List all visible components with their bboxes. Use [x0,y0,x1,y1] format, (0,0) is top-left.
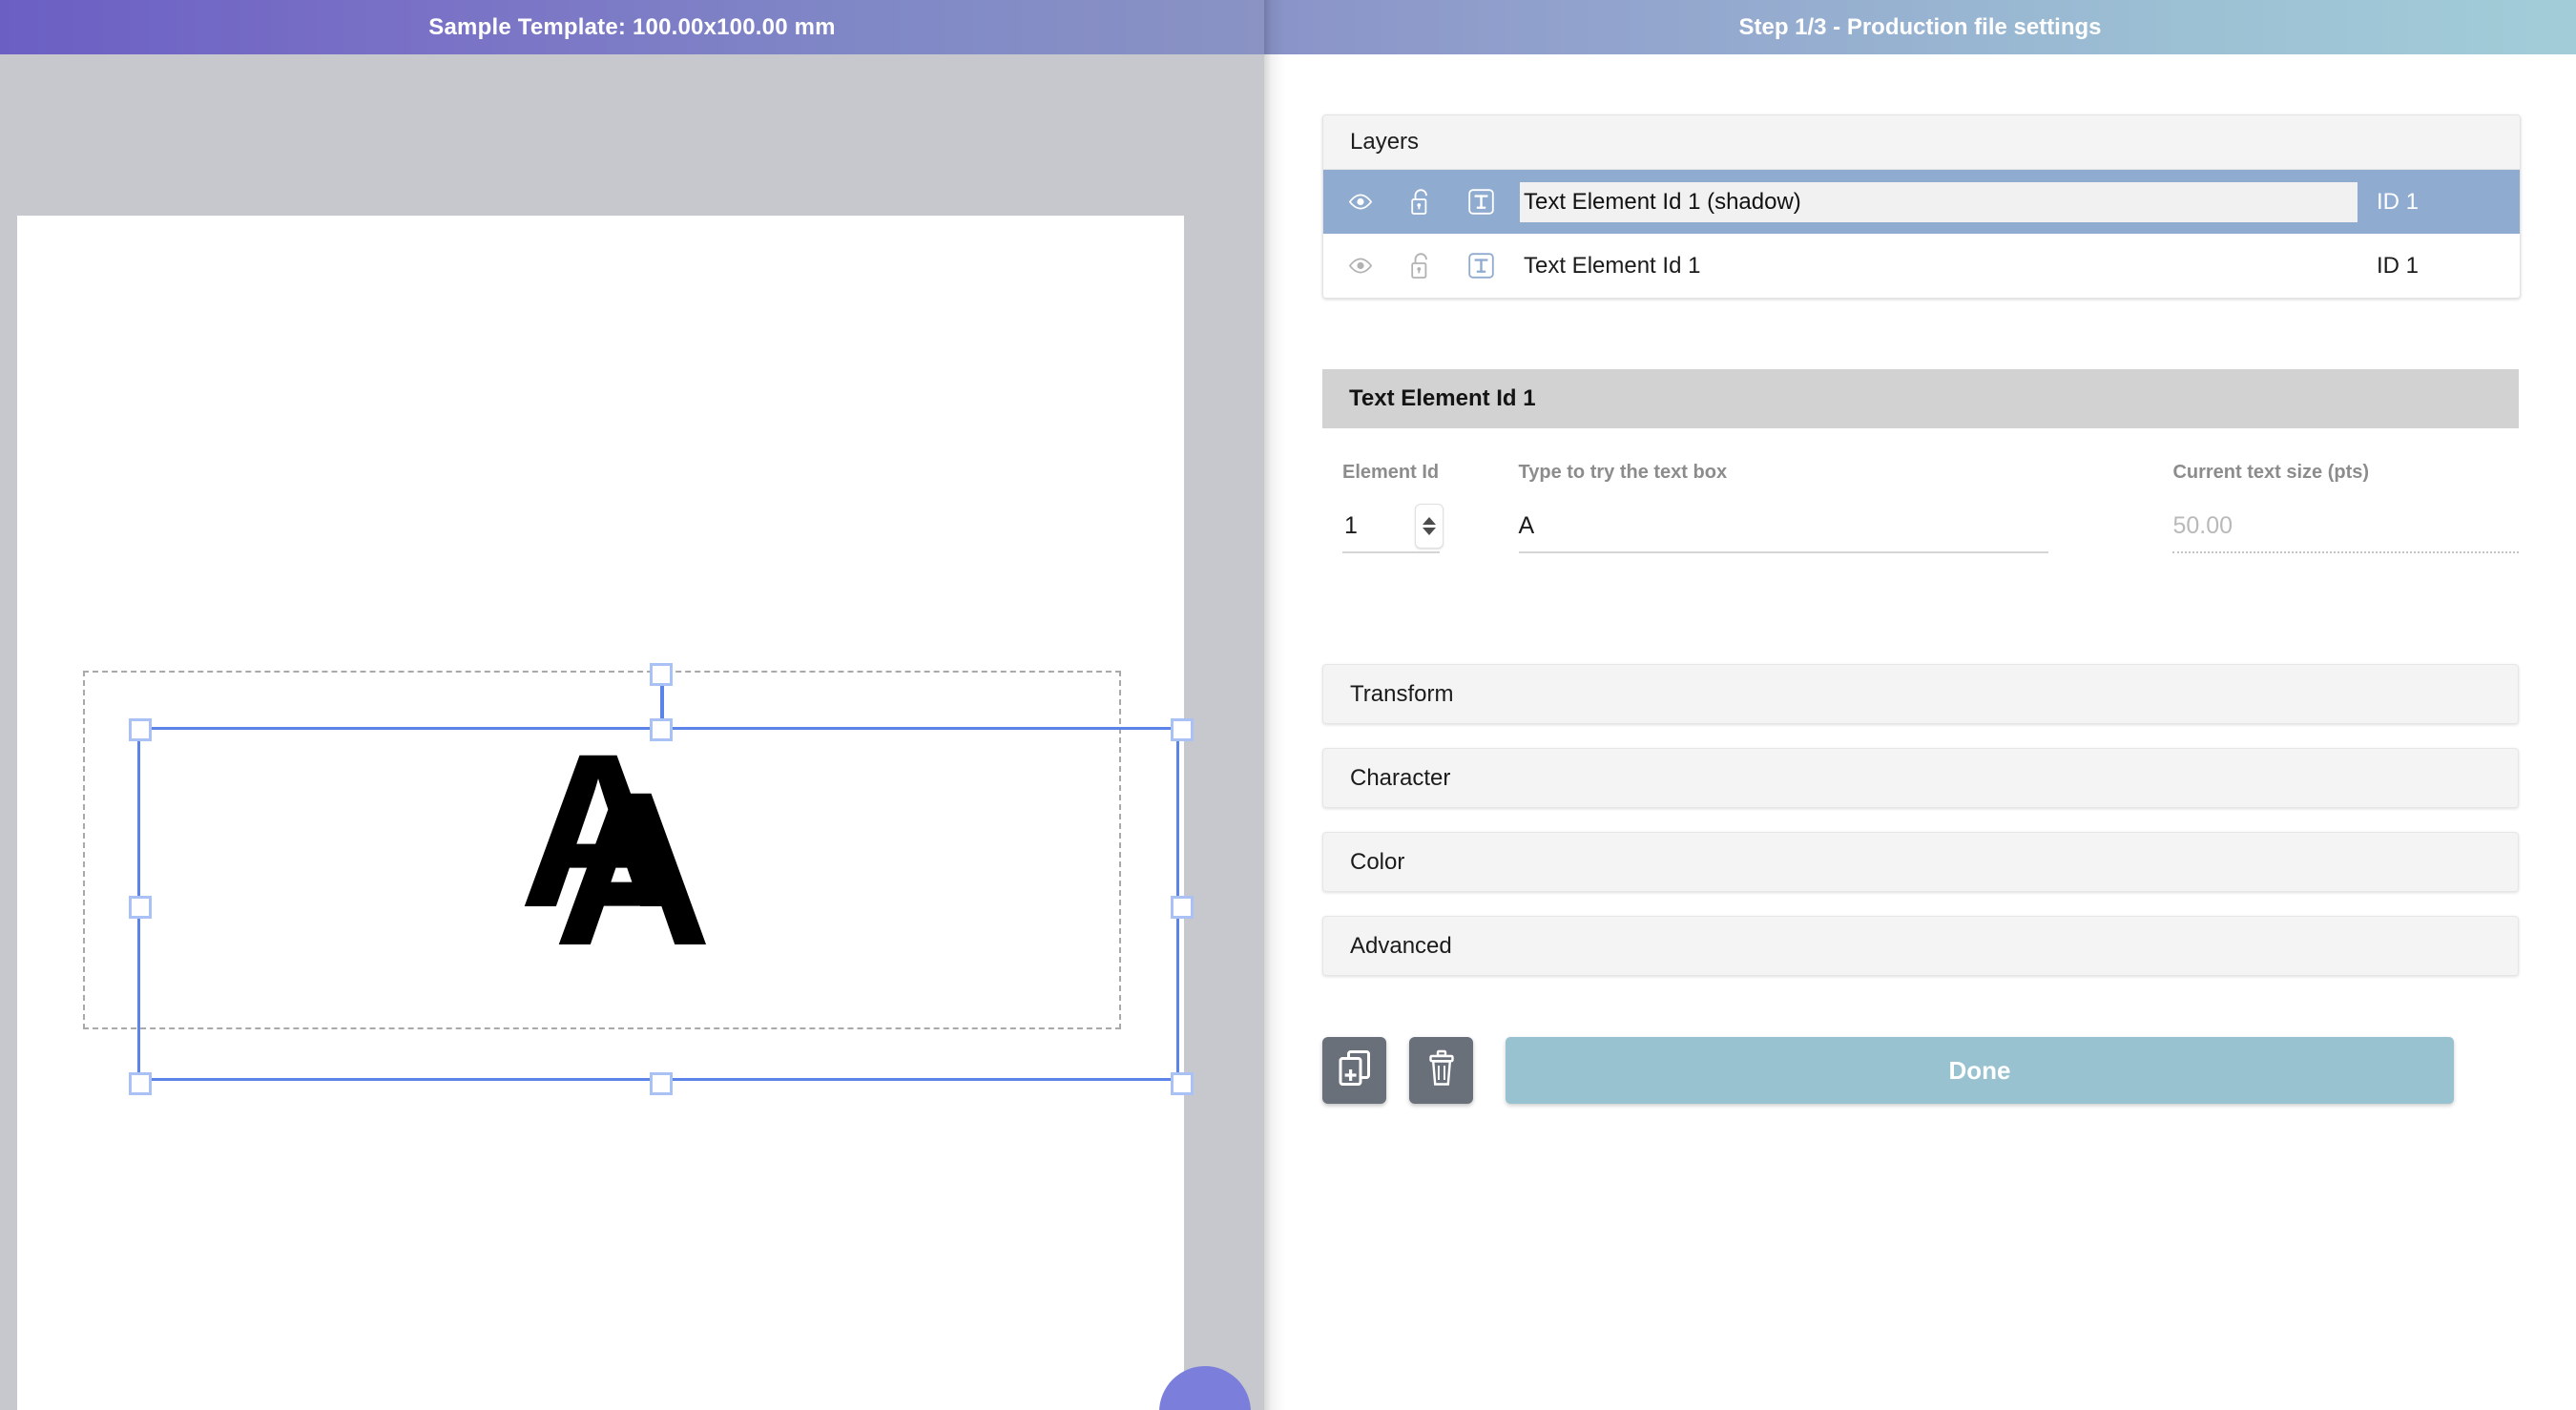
resize-handle-middle-left[interactable] [129,896,152,919]
element-id-underline [1342,551,1440,553]
layer-name-label: Text Element Id 1 [1524,252,1701,279]
text-box-label: Type to try the text box [1518,462,1728,483]
text-box-value[interactable]: A [1519,514,2049,551]
layer-name-field-wrap [1495,181,2377,222]
layer-id-label: ID 1 [2377,188,2420,215]
done-button-label: Done [1948,1055,2011,1085]
element-properties-fields: Element Id 1 Type to try the text box A … [1322,462,2519,553]
canvas-background[interactable]: A A [0,54,1264,1410]
template-title: Sample Template: 100.00x100.00 mm [428,13,836,40]
chevron-down-icon[interactable] [1422,528,1436,535]
accordion-advanced[interactable]: Advanced [1322,916,2519,976]
accordion-color[interactable]: Color [1322,832,2519,892]
text-type-icon[interactable] [1466,252,1495,280]
table-row[interactable]: Text Element Id 1 ID 1 [1323,234,2520,298]
text-type-icon[interactable] [1466,188,1495,217]
text-box-underline [1518,551,2049,553]
current-text-size-field: Current text size (pts) 50.00 [2172,462,2519,553]
accordion-color-label: Color [1350,848,1405,875]
trash-icon [1426,1049,1457,1092]
done-button[interactable]: Done [1506,1037,2454,1104]
template-title-bar: Sample Template: 100.00x100.00 mm [0,0,1264,54]
step-title-bar: Step 1/3 - Production file settings [1264,0,2576,54]
resize-handle-top-right[interactable] [1171,718,1194,741]
element-id-label: Element Id [1342,462,1440,483]
eye-icon[interactable] [1346,252,1375,280]
delete-element-button[interactable] [1409,1037,1473,1104]
design-canvas-panel: Sample Template: 100.00x100.00 mm A A [0,0,1264,1410]
element-id-field: Element Id 1 [1342,462,1444,553]
settings-body: Layers Text Element Id 1 (shadow) ID 1 T… [1264,54,2576,1410]
duplicate-element-button[interactable] [1322,1037,1386,1104]
layer-id-label: ID 1 [2377,252,2420,279]
current-text-size-underline [2172,551,2519,553]
text-box-field: Type to try the text box A [1518,462,2049,553]
table-row[interactable]: ID 1 [1323,170,2520,234]
layer-name-wrap: Text Element Id 1 [1495,253,2377,280]
accordion-transform-label: Transform [1350,680,1454,707]
resize-handle-top-left[interactable] [129,718,152,741]
accordion-advanced-label: Advanced [1350,932,1452,959]
accordion-transform[interactable]: Transform [1322,664,2519,724]
current-text-size-value: 50.00 [2172,512,2233,539]
layer-name-input[interactable] [1520,181,2358,222]
resize-handle-top-center[interactable] [650,718,673,741]
duplicate-icon [1338,1049,1372,1092]
unlock-icon[interactable] [1406,188,1435,217]
element-id-stepper[interactable] [1414,504,1444,549]
element-properties-title: Text Element Id 1 [1349,385,1536,411]
layer-row-icons [1323,188,1495,217]
eye-icon[interactable] [1346,188,1375,217]
accordion-character-label: Character [1350,764,1451,791]
settings-panel: Step 1/3 - Production file settings Laye… [1264,0,2576,1410]
template-sheet[interactable]: A A [17,216,1194,1410]
resize-handle-bottom-left[interactable] [129,1072,152,1095]
step-title: Step 1/3 - Production file settings [1738,13,2102,40]
resize-handle-middle-right[interactable] [1171,896,1194,919]
layers-header-label: Layers [1350,129,1420,155]
selection-rectangle[interactable] [129,663,1194,1095]
rotate-handle[interactable] [650,663,673,686]
resize-handle-bottom-center[interactable] [650,1072,673,1095]
layers-card: Layers Text Element Id 1 (shadow) ID 1 T… [1322,114,2521,299]
resize-handle-bottom-right[interactable] [1171,1072,1194,1095]
layers-header: Layers [1323,115,2520,170]
element-actions-row: Done [1322,1037,2454,1104]
app-root: Sample Template: 100.00x100.00 mm A A St… [0,0,2576,1410]
layer-row-icons [1323,252,1495,280]
element-properties-header: Text Element Id 1 [1322,369,2519,428]
accordion-character[interactable]: Character [1322,748,2519,808]
current-text-size-label: Current text size (pts) [2172,462,2370,483]
chevron-up-icon[interactable] [1422,517,1436,525]
unlock-icon[interactable] [1406,252,1435,280]
